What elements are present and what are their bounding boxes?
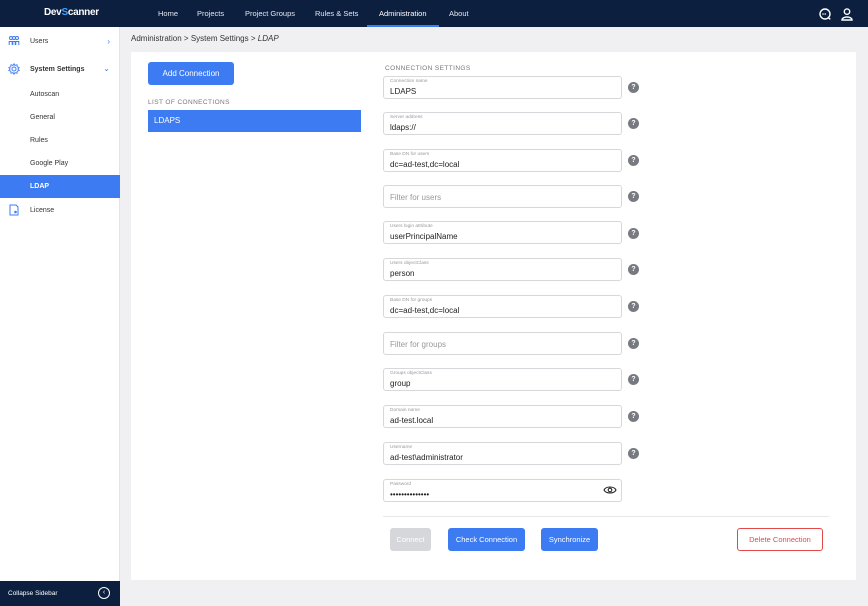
sidebar-subitem-ldap[interactable]: LDAP bbox=[0, 175, 120, 198]
users-login-attribute-value: userPrincipalName bbox=[390, 232, 458, 241]
license-document-icon bbox=[9, 204, 19, 216]
settings-gear-icon bbox=[8, 63, 20, 75]
breadcrumb: Administration > System Settings > LDAP bbox=[131, 34, 279, 43]
users-objectclass-label: Users objectClass bbox=[390, 261, 429, 266]
help-icon[interactable]: ? bbox=[628, 118, 639, 129]
filter-groups-field[interactable]: Filter for groups bbox=[383, 332, 622, 355]
sidebar-subitem-general-label: General bbox=[30, 114, 55, 121]
groups-objectclass-field[interactable]: Groups objectClass group bbox=[383, 368, 622, 391]
sidebar-item-users[interactable]: Users › bbox=[0, 30, 120, 53]
connection-list-item[interactable]: LDAPS bbox=[148, 110, 361, 132]
delete-connection-button[interactable]: Delete Connection bbox=[737, 528, 823, 551]
base-dn-users-field[interactable]: Base DN for users dc=ad-test,dc=local bbox=[383, 149, 622, 172]
app-logo[interactable]: DevScanner bbox=[44, 7, 99, 18]
help-icon[interactable]: ? bbox=[628, 301, 639, 312]
top-navigation-bar: DevScanner Home Projects Project Groups … bbox=[0, 0, 868, 27]
sidebar-subitem-autoscan[interactable]: Autoscan bbox=[0, 83, 120, 106]
users-objectclass-value: person bbox=[390, 269, 415, 278]
breadcrumb-administration[interactable]: Administration bbox=[131, 34, 182, 43]
show-password-eye-icon[interactable] bbox=[603, 485, 617, 495]
users-login-attribute-label: Users login attribute bbox=[390, 224, 433, 229]
sidebar-item-users-label: Users bbox=[30, 38, 49, 45]
base-dn-groups-field[interactable]: Base DN for groups dc=ad-test,dc=local bbox=[383, 295, 622, 318]
support-chat-icon[interactable] bbox=[818, 7, 832, 21]
users-icon bbox=[8, 36, 20, 45]
nav-home[interactable]: Home bbox=[158, 0, 178, 27]
filter-groups-placeholder: Filter for groups bbox=[390, 340, 447, 349]
sidebar-item-license[interactable]: License bbox=[0, 199, 120, 222]
sidebar-subitem-general[interactable]: General bbox=[0, 106, 120, 129]
domain-name-value: ad-test.local bbox=[390, 416, 434, 425]
connection-list-item-label: LDAPS bbox=[154, 116, 181, 125]
sidebar-subitem-ldap-label: LDAP bbox=[30, 183, 50, 190]
connection-settings-title: CONNECTION SETTINGS bbox=[385, 65, 471, 72]
user-account-icon[interactable] bbox=[840, 7, 854, 21]
username-field[interactable]: Username ad-test\administrator bbox=[383, 442, 622, 465]
chevron-right-icon: › bbox=[107, 37, 110, 46]
server-address-field[interactable]: Server address ldaps:// bbox=[383, 112, 622, 135]
sidebar-item-system-settings[interactable]: System Settings ⌄ bbox=[0, 58, 120, 81]
chevron-down-icon: ⌄ bbox=[103, 64, 110, 73]
base-dn-groups-label: Base DN for groups bbox=[390, 298, 433, 303]
breadcrumb-separator: > bbox=[250, 34, 256, 43]
breadcrumb-separator: > bbox=[183, 34, 189, 43]
nav-administration[interactable]: Administration bbox=[379, 0, 427, 27]
sidebar-subitem-google-play-label: Google Play bbox=[30, 160, 69, 167]
groups-objectclass-label: Groups objectClass bbox=[390, 371, 432, 376]
sidebar-subitem-google-play[interactable]: Google Play bbox=[0, 152, 120, 175]
nav-about[interactable]: About bbox=[449, 0, 469, 27]
password-label: Password bbox=[390, 482, 412, 487]
actions-divider bbox=[383, 516, 829, 517]
nav-rules-sets[interactable]: Rules & Sets bbox=[315, 0, 358, 27]
help-icon[interactable]: ? bbox=[628, 411, 639, 422]
collapse-sidebar-bar[interactable]: Collapse Sidebar ‹ bbox=[0, 581, 120, 606]
connection-name-value: LDAPS bbox=[390, 87, 417, 96]
active-nav-indicator bbox=[367, 25, 439, 27]
help-icon[interactable]: ? bbox=[628, 82, 639, 93]
help-icon[interactable]: ? bbox=[628, 228, 639, 239]
server-address-value: ldaps:// bbox=[390, 123, 416, 132]
users-objectclass-field[interactable]: Users objectClass person bbox=[383, 258, 622, 281]
help-icon[interactable]: ? bbox=[628, 264, 639, 275]
connections-list-title: LIST OF CONNECTIONS bbox=[148, 99, 230, 106]
help-icon[interactable]: ? bbox=[628, 191, 639, 202]
collapse-sidebar-label: Collapse Sidebar bbox=[8, 590, 58, 597]
base-dn-users-value: dc=ad-test,dc=local bbox=[390, 160, 460, 169]
base-dn-groups-value: dc=ad-test,dc=local bbox=[390, 306, 460, 315]
synchronize-button[interactable]: Synchronize bbox=[541, 528, 598, 551]
username-label: Username bbox=[390, 445, 413, 450]
help-icon[interactable]: ? bbox=[628, 155, 639, 166]
password-field[interactable]: Password •••••••••••••• bbox=[383, 479, 622, 502]
add-connection-button[interactable]: Add Connection bbox=[148, 62, 234, 85]
sidebar-subitem-rules-label: Rules bbox=[30, 137, 48, 144]
username-value: ad-test\administrator bbox=[390, 453, 463, 462]
nav-project-groups[interactable]: Project Groups bbox=[245, 0, 295, 27]
nav-projects[interactable]: Projects bbox=[197, 0, 224, 27]
domain-name-label: Domain name bbox=[390, 408, 420, 413]
help-icon[interactable]: ? bbox=[628, 338, 639, 349]
check-connection-button[interactable]: Check Connection bbox=[448, 528, 525, 551]
collapse-arrow-icon[interactable]: ‹ bbox=[98, 587, 110, 599]
connection-name-label: Connection name bbox=[390, 79, 428, 84]
filter-users-field[interactable]: Filter for users bbox=[383, 185, 622, 208]
filter-users-placeholder: Filter for users bbox=[390, 193, 442, 202]
groups-objectclass-value: group bbox=[390, 379, 411, 388]
help-icon[interactable]: ? bbox=[628, 448, 639, 459]
sidebar-item-license-label: License bbox=[30, 207, 55, 214]
breadcrumb-system-settings[interactable]: System Settings bbox=[191, 34, 249, 43]
sidebar: Users › System Settings ⌄ Autoscan Gener… bbox=[0, 27, 120, 606]
connection-name-field[interactable]: Connection name LDAPS bbox=[383, 76, 622, 99]
connect-button[interactable]: Connect bbox=[390, 528, 431, 551]
breadcrumb-current: LDAP bbox=[257, 34, 279, 43]
sidebar-subitem-rules[interactable]: Rules bbox=[0, 129, 120, 152]
sidebar-subitem-autoscan-label: Autoscan bbox=[30, 91, 60, 98]
server-address-label: Server address bbox=[390, 115, 423, 120]
base-dn-users-label: Base DN for users bbox=[390, 152, 430, 157]
help-icon[interactable]: ? bbox=[628, 374, 639, 385]
password-value: •••••••••••••• bbox=[390, 490, 430, 499]
users-login-attribute-field[interactable]: Users login attribute userPrincipalName bbox=[383, 221, 622, 244]
sidebar-item-system-settings-label: System Settings bbox=[30, 66, 85, 73]
domain-name-field[interactable]: Domain name ad-test.local bbox=[383, 405, 622, 428]
